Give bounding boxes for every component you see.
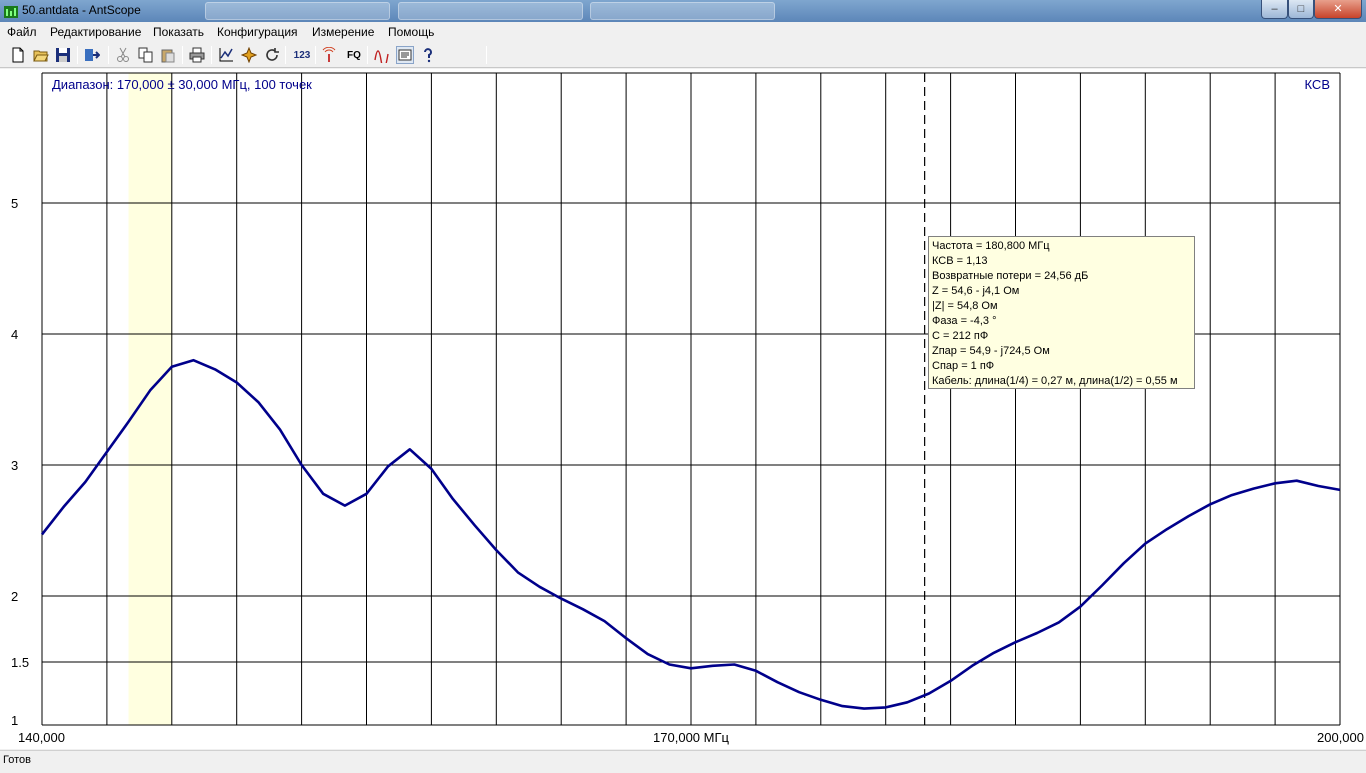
numeric-button[interactable]: 123 [291,46,313,64]
tooltip-frequency: Частота = 180,800 МГц [932,240,1050,252]
menu-view[interactable]: Показать [153,25,204,39]
menu-edit[interactable]: Редактирование [50,25,141,39]
chart-button[interactable] [217,46,235,64]
export-icon [85,49,100,61]
help-button[interactable] [419,46,437,64]
toolbar-separator [285,46,286,64]
copy-icon [138,47,153,63]
toolbar-separator [182,46,183,64]
open-folder-icon [33,50,49,62]
refresh-button[interactable] [263,46,281,64]
new-file-button[interactable] [9,46,27,64]
y-tick-label: 3 [11,458,18,473]
tooltip-cable-length: Кабель: длина(1/4) = 0,27 м, длина(1/2) … [932,375,1178,387]
parameter-label: КСВ [1304,77,1331,92]
background-window-ghost [398,2,583,20]
y-tick-label: 1.5 [11,655,29,670]
highlight-band [128,73,172,725]
toolbar-separator [77,46,78,64]
tooltip-capacitance: C = 212 пФ [932,330,989,342]
x-tick-label: 170,000 МГц [653,730,729,745]
settings-button[interactable] [396,46,414,64]
y-tick-label: 4 [11,327,18,342]
cursor-icon [241,47,257,63]
status-bar: Готов [0,750,1366,773]
toolbar-separator [211,46,212,64]
minimize-button[interactable]: – [1261,0,1288,19]
settings-icon [398,49,412,61]
antenna-button[interactable] [320,46,338,64]
menu-measurement[interactable]: Измерение [312,25,374,39]
range-label: Диапазон: 170,000 ± 30,000 МГц, 100 точе… [52,77,312,92]
y-tick-label: 1 [11,713,18,728]
chart-area[interactable]: 1 1.5 2 3 4 5 140,000 170,000 МГц 200,000 Диапа… [0,69,1366,749]
fq-button[interactable]: FQ [343,46,365,64]
menu-file[interactable]: Файл [7,25,37,39]
tooltip-swr: КСВ = 1,13 [932,255,988,267]
copy-button[interactable] [137,46,155,64]
print-button[interactable] [188,46,206,64]
save-icon [56,48,70,62]
help-icon [424,48,432,63]
paste-button[interactable] [159,46,177,64]
measurement-tooltip: Частота = 180,800 МГц КСВ = 1,13 Возврат… [928,236,1195,389]
y-tick-label: 5 [11,196,18,211]
antenna-icon [322,47,336,62]
tooltip-return-loss: Возвратные потери = 24,56 дБ [932,270,1089,282]
cursor-button[interactable] [240,46,258,64]
maximize-button[interactable]: □ [1288,0,1314,19]
new-file-icon [12,47,24,63]
tooltip-phase: Фаза = -4,3 ° [932,315,997,327]
window-title: 50.antdata - AntScope [22,3,141,17]
close-button[interactable]: ✕ [1314,0,1362,19]
toolbar-separator [108,46,109,64]
fq-icon: FQ [347,49,361,61]
background-window-ghost [590,2,775,20]
tooltip-impedance: Z = 54,6 - j4,1 Ом [932,285,1020,297]
menu-configuration[interactable]: Конфигурация [217,25,298,39]
save-button[interactable] [54,46,72,64]
tooltip-impedance-magnitude: |Z| = 54,8 Ом [932,300,998,312]
curve-button[interactable] [373,46,391,64]
menu-bar: Файл Редактирование Показать Конфигураци… [0,22,1366,42]
curve-icon [374,50,389,63]
background-window-ghost [205,2,390,20]
x-tick-label: 200,000 [1317,730,1364,745]
tooltip-parallel-impedance: Zпар = 54,9 - j724,5 Ом [932,345,1050,357]
toolbar-separator [315,46,316,64]
y-tick-label: 2 [11,589,18,604]
toolbar-separator [367,46,368,64]
status-text: Готов [3,754,31,766]
open-button[interactable] [32,46,50,64]
cut-icon [117,47,129,62]
numeric-icon: 123 [293,49,311,61]
x-tick-label: 140,000 [18,730,65,745]
toolbar-separator [486,46,487,64]
print-icon [189,47,205,63]
cut-button[interactable] [114,46,132,64]
export-button[interactable] [83,46,101,64]
chart-icon [219,48,233,62]
paste-icon [161,49,175,63]
app-icon [4,6,18,18]
tooltip-parallel-capacitance: Cпар = 1 пФ [932,360,995,372]
toolbar: 123 FQ [0,42,1366,68]
refresh-icon [266,48,279,61]
menu-help[interactable]: Помощь [388,25,434,39]
title-bar: 50.antdata - AntScope – □ ✕ [0,0,1366,22]
swr-chart[interactable]: 1 1.5 2 3 4 5 140,000 170,000 МГц 200,000 [0,69,1366,749]
